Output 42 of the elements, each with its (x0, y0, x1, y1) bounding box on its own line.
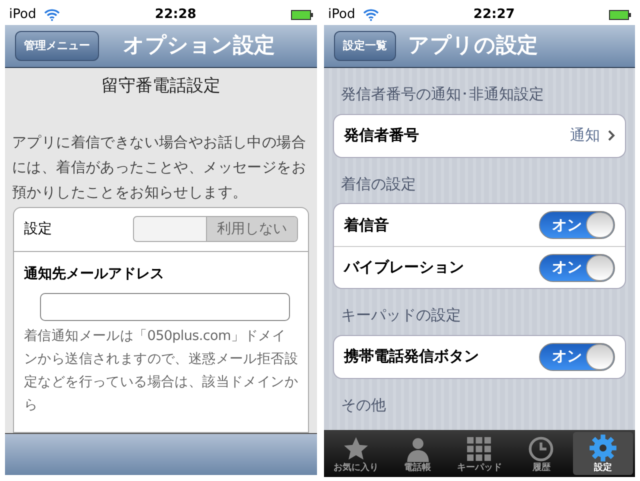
tab-item[interactable]: お気に入り (326, 432, 386, 475)
row-label: 携帯電話発信ボタン (344, 346, 479, 368)
section-heading: 留守番電話設定 (100, 75, 222, 98)
carrier-name: iPod (9, 6, 36, 24)
toggle-switch[interactable]: オン (539, 211, 615, 239)
person-icon (404, 436, 431, 462)
status-time: 22:27 (473, 6, 515, 24)
clock-icon (528, 436, 554, 462)
description-text: アプリに着信できない場合やお話し中の場合には、着信があったことや、メッセージをお預かりしたことをお知らせします。 (11, 132, 308, 202)
email-note: 着信通知メールは「050plus.com」ドメインから送信されますので、迷惑メール拒否設定などを行っている場合は、該当ドメインから (24, 326, 298, 414)
email-label: 通知先メールアドレス (24, 264, 165, 284)
group-header: キーパッドの設定 (340, 305, 462, 326)
battery-icon (291, 10, 313, 20)
row-label: 着信音 (344, 214, 389, 236)
toggle-switch[interactable]: オン (539, 342, 615, 370)
nav-title: アプリの設定 (408, 32, 538, 60)
row-value: 通知 (570, 125, 600, 146)
wifi-icon (363, 9, 380, 21)
segmented-control[interactable]: 利用しない (133, 216, 298, 242)
tab-item[interactable]: 設定 (573, 432, 633, 475)
row-label: 発信者番号 (344, 125, 419, 146)
group-header: 着信の設定 (340, 174, 417, 194)
row-label: バイブレーション (344, 257, 464, 278)
keypad-icon (466, 436, 492, 462)
email-field[interactable] (40, 292, 290, 320)
gear-icon (589, 434, 618, 462)
wifi-icon (44, 9, 60, 21)
group-header: 発信者番号の通知･非通知設定 (340, 84, 545, 105)
group-header: その他 (340, 394, 387, 416)
setting-label: 設定 (24, 220, 52, 238)
carrier-name: iPod (328, 6, 356, 24)
status-time: 22:28 (154, 6, 196, 24)
back-button[interactable]: 管理メニュー (15, 31, 99, 61)
toggle-switch[interactable]: オン (539, 254, 615, 282)
tab-item[interactable]: キーパッド (450, 432, 510, 475)
star-icon (342, 436, 370, 462)
chevron-icon (608, 130, 615, 141)
nav-title: オプション設定 (123, 32, 275, 60)
back-button[interactable]: 設定一覧 (334, 31, 396, 61)
battery-icon (609, 10, 631, 20)
tab-item[interactable]: 履歴 (511, 432, 572, 475)
tab-item[interactable]: 電話帳 (388, 432, 448, 475)
